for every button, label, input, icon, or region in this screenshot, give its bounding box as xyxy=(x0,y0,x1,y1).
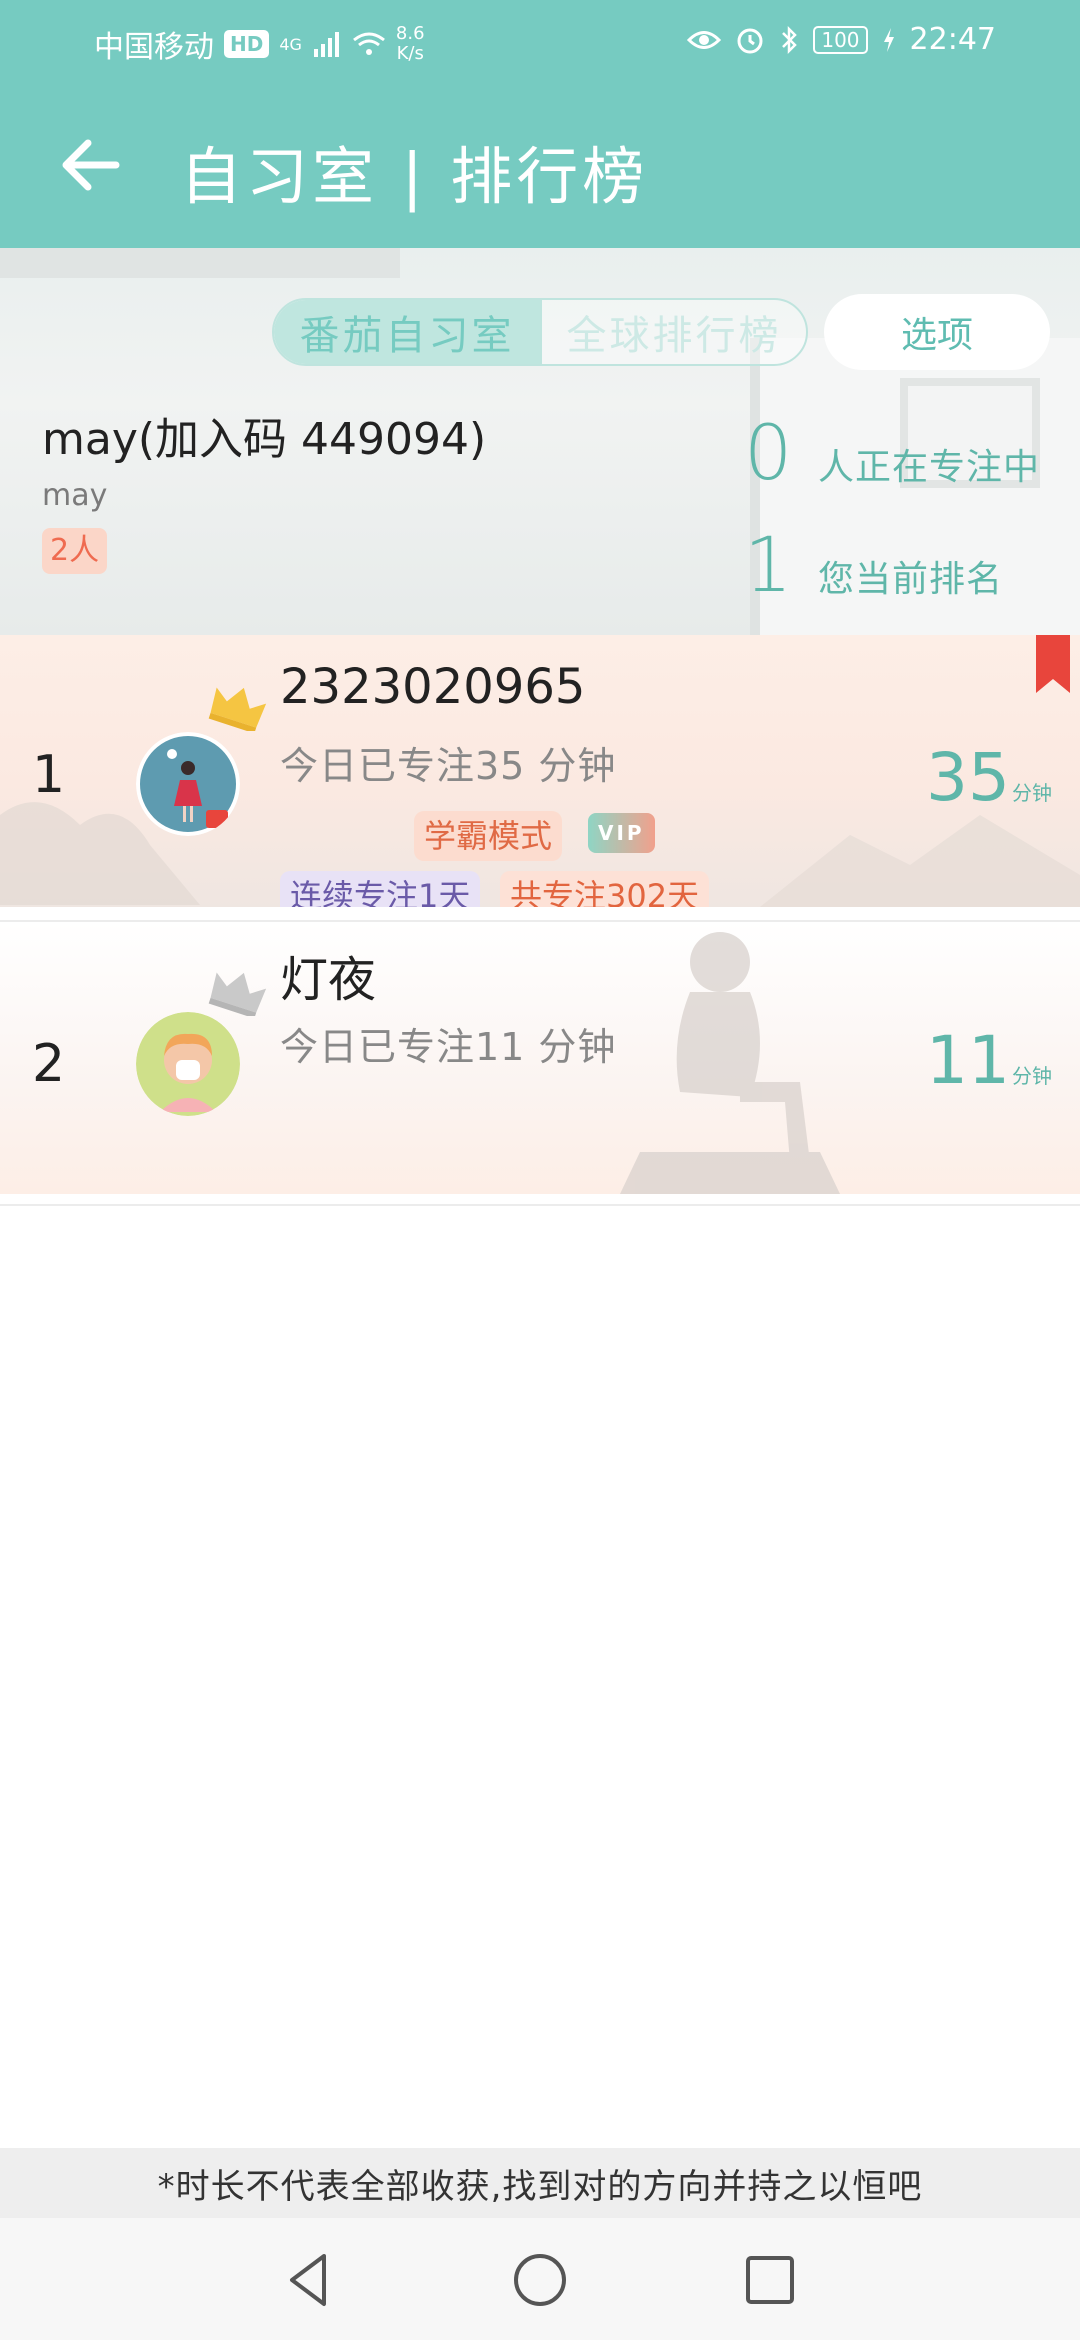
streak-tag: 连续专注1天 xyxy=(280,871,481,907)
signal-icon xyxy=(313,32,339,57)
my-rank-value: 1 xyxy=(744,520,793,609)
focusing-label: 人正在专注中 xyxy=(818,447,1041,488)
eye-icon xyxy=(687,30,722,49)
options-button[interactable]: 选项 xyxy=(824,294,1050,370)
room-name: may(加入码 449094) xyxy=(42,414,487,465)
user-name: 2323020965 xyxy=(280,659,586,715)
focus-minutes: 35 分钟 xyxy=(926,739,1052,816)
focus-minutes-unit: 分钟 xyxy=(1012,781,1052,805)
focus-minutes-value: 11 xyxy=(926,1022,1010,1099)
avatar[interactable] xyxy=(136,732,240,836)
status-left: 中国移动 HD 4G 8.6 K/s xyxy=(94,22,425,66)
nav-home-icon[interactable] xyxy=(508,2248,572,2312)
rank-number: 1 xyxy=(32,745,66,805)
rank-number: 2 xyxy=(32,1034,66,1094)
room-owner: may xyxy=(42,478,108,513)
arrow-left-icon[interactable] xyxy=(56,130,126,200)
hd-icon: HD xyxy=(224,30,270,58)
avatar[interactable] xyxy=(136,1012,240,1116)
wifi-icon xyxy=(352,32,385,55)
charging-icon xyxy=(883,27,894,52)
background-silhouette-decoration xyxy=(620,932,840,1194)
bluetooth-icon xyxy=(782,25,798,54)
focus-minutes: 11 分钟 xyxy=(926,1022,1052,1099)
vip-badge: VIP xyxy=(588,813,655,853)
status-right: 100 22:47 xyxy=(687,22,996,57)
my-rank-stat: 1 您当前排名 xyxy=(744,520,1003,609)
network-label: 4G xyxy=(279,34,302,54)
carrier-label: 中国移动 xyxy=(94,30,214,65)
focusing-stat: 0 人正在专注中 xyxy=(744,408,1040,497)
list-item[interactable]: 2 灯夜 今日已专注11 分钟 11 分钟 xyxy=(0,922,1080,1194)
focus-minutes-value: 35 xyxy=(926,739,1010,816)
alarm-icon xyxy=(737,28,763,53)
app-header: 中国移动 HD 4G 8.6 K/s 100 22:47 自习室 | 排行榜 xyxy=(0,0,1080,248)
battery-icon: 100 xyxy=(813,25,868,54)
bookmark-icon[interactable] xyxy=(1036,635,1070,693)
crown-silver-icon xyxy=(208,972,267,1016)
focus-minutes-unit: 分钟 xyxy=(1012,1064,1052,1088)
divider xyxy=(0,1204,1080,1206)
room-tab-switch: 番茄自习室 全球排行榜 xyxy=(272,298,808,366)
footer-note: *时长不代表全部收获,找到对的方向并持之以恒吧 xyxy=(0,2148,1080,2218)
crown-gold-icon xyxy=(208,687,267,731)
mode-tag: 学霸模式 xyxy=(414,811,563,861)
net-speed-value: 8.6 xyxy=(395,23,425,44)
net-speed: 8.6 K/s xyxy=(396,24,425,64)
nav-recents-icon[interactable] xyxy=(738,2248,802,2312)
list-item[interactable]: 1 2323020965 今日已专注35 分钟 学霸模式 VIP 连续专注1天 … xyxy=(0,635,1080,907)
total-days-tag: 共专注302天 xyxy=(500,871,710,907)
nav-back-icon[interactable] xyxy=(278,2248,342,2312)
focusing-count: 0 xyxy=(744,408,793,497)
page-title: 自习室 | 排行榜 xyxy=(180,140,649,213)
tab-global-ranking[interactable]: 全球排行榜 xyxy=(540,300,806,364)
tab-pomodoro-room[interactable]: 番茄自习室 xyxy=(274,300,540,364)
status-bar: 中国移动 HD 4G 8.6 K/s 100 22:47 xyxy=(0,0,1080,80)
my-rank-label: 您当前排名 xyxy=(818,559,1004,600)
today-focus-time: 今日已专注35 分钟 xyxy=(280,744,617,788)
system-nav-bar xyxy=(0,2218,1080,2340)
banner-background-bar xyxy=(0,248,400,278)
clock: 22:47 xyxy=(909,22,996,57)
member-count-badge: 2人 xyxy=(42,528,108,574)
net-speed-unit: K/s xyxy=(396,43,424,64)
today-focus-time: 今日已专注11 分钟 xyxy=(280,1025,617,1069)
room-banner: 番茄自习室 全球排行榜 选项 may(加入码 449094) may 2人 0 … xyxy=(0,248,1080,635)
user-name: 灯夜 xyxy=(280,952,377,1008)
